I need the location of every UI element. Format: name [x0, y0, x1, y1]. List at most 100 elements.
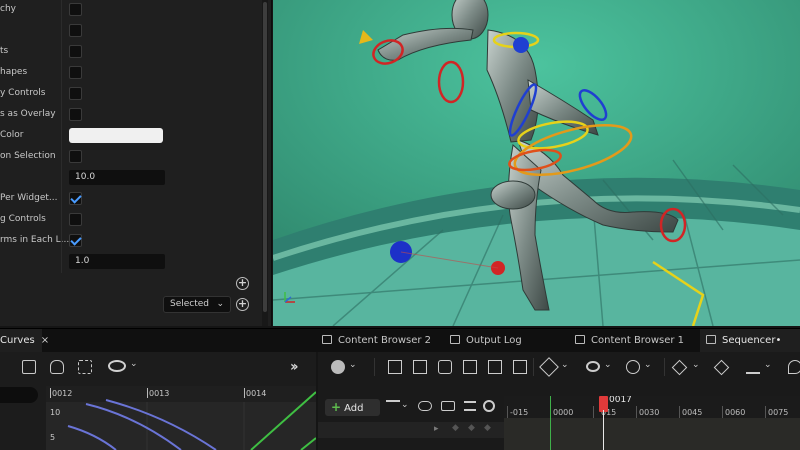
property-row: g Controls	[0, 210, 262, 231]
time-ruler[interactable]: -015 0000 015 0030 0045 0060 0075	[504, 396, 800, 418]
location-pin-icon[interactable]	[788, 360, 800, 374]
chevron-down-icon[interactable]: ⌄	[130, 359, 138, 369]
property-label: g Controls	[0, 214, 46, 224]
tab-sequencer[interactable]: Sequencer•	[700, 329, 800, 353]
chevron-down-icon[interactable]: ⌄	[644, 360, 652, 370]
property-checkbox[interactable]	[69, 66, 82, 79]
link-icon[interactable]	[441, 401, 455, 411]
details-scrollbar[interactable]	[262, 0, 268, 326]
track-row[interactable]: ▸ ◆ ◆ ◆	[318, 422, 504, 438]
gear-icon[interactable]	[483, 400, 495, 412]
eye-icon[interactable]	[586, 361, 600, 372]
property-row: rms in Each L...	[0, 231, 262, 252]
wrench-icon[interactable]	[539, 357, 559, 377]
ruler-tick	[507, 406, 508, 418]
ruler-tick	[765, 406, 766, 418]
color-swatch[interactable]	[69, 128, 163, 143]
select-tool-icon[interactable]	[22, 360, 36, 374]
sequencer-panel: ⌄ ⌄ ⌄ ⌄ ⌄ ⌄ + Add ⌄ ▸ ◆ ◆ ◆ -015 0000 01…	[318, 352, 800, 450]
start-marker	[550, 396, 551, 450]
key-tool-icon[interactable]	[50, 360, 64, 374]
ruler-label: 0000	[553, 408, 574, 417]
scrollbar-thumb[interactable]	[263, 2, 267, 312]
actions-icon[interactable]	[488, 360, 502, 374]
plus-circle-icon[interactable]: +	[236, 277, 249, 290]
hierarchy-icon[interactable]	[513, 360, 527, 374]
ruler-tick	[722, 406, 723, 418]
frame-selection-icon[interactable]	[78, 360, 92, 374]
auto-key-icon[interactable]	[713, 359, 730, 376]
number-field[interactable]: 10.0	[69, 170, 165, 185]
pencil-icon[interactable]	[746, 360, 760, 374]
world-icon[interactable]	[331, 360, 345, 374]
property-checkbox[interactable]	[69, 150, 82, 163]
tab-content-browser-1[interactable]: Content Browser 1	[575, 329, 695, 353]
filter-icon[interactable]	[386, 400, 400, 414]
key-diamond-icon[interactable]	[671, 359, 688, 376]
render-movie-icon[interactable]	[463, 360, 477, 374]
property-row: chy	[0, 0, 262, 21]
divider	[664, 358, 665, 376]
eye-icon[interactable]	[108, 360, 126, 372]
tab-sequencer-label: Sequencer•	[722, 335, 782, 346]
property-row: ts	[0, 42, 262, 63]
key-diamond-icon[interactable]: ◆	[452, 423, 459, 433]
curve-editor-panel: ⌄ ›› 0012 0013 0014 10 5	[0, 352, 316, 450]
property-checkbox[interactable]	[69, 87, 82, 100]
column-divider	[61, 168, 62, 189]
property-checkbox[interactable]	[69, 3, 82, 16]
find-in-browser-icon[interactable]	[413, 360, 427, 374]
property-row: Per Widget...	[0, 189, 262, 210]
number-field[interactable]: 1.0	[69, 254, 165, 269]
chevron-down-icon[interactable]: ⌄	[764, 360, 772, 370]
property-label: y Controls	[0, 88, 46, 98]
sync-icon[interactable]	[418, 401, 432, 411]
sequencer-timeline[interactable]: -015 0000 015 0030 0045 0060 0075 0017	[504, 396, 800, 450]
camera-icon[interactable]	[438, 360, 452, 374]
tab-content-browser-2[interactable]: Content Browser 2	[322, 329, 440, 353]
selection-dropdown-label: Selected	[170, 299, 210, 309]
column-divider	[61, 231, 62, 252]
add-track-button[interactable]: + Add	[325, 399, 380, 416]
property-checkbox[interactable]	[69, 234, 82, 247]
property-row: 10.0	[0, 168, 262, 189]
divider	[533, 358, 534, 376]
level-viewport[interactable]	[273, 0, 800, 326]
property-checkbox[interactable]	[69, 192, 82, 205]
playback-settings-icon[interactable]	[626, 360, 640, 374]
property-row: on Selection	[0, 147, 262, 168]
double-chevron-right-icon[interactable]: ››	[290, 359, 298, 375]
property-checkbox[interactable]	[69, 108, 82, 121]
chevron-down-icon[interactable]: ⌄	[604, 360, 612, 370]
content-browser-icon	[575, 335, 585, 344]
close-icon[interactable]: ×	[41, 335, 49, 346]
curve-search-field[interactable]	[0, 387, 38, 403]
save-icon[interactable]	[388, 360, 402, 374]
chevron-down-icon[interactable]: ⌄	[401, 400, 409, 410]
ruler-label: 0075	[768, 408, 789, 417]
play-arrow-icon[interactable]: ▸	[434, 424, 439, 434]
playhead-line	[603, 410, 604, 450]
property-checkbox[interactable]	[69, 24, 82, 37]
key-diamond-icon[interactable]: ◆	[468, 423, 475, 433]
selection-dropdown[interactable]: Selected ⌄	[163, 296, 231, 313]
ruler-tick	[593, 406, 594, 418]
property-checkbox[interactable]	[69, 45, 82, 58]
details-panel: chy ts hapes y Controls s as Overlay Color on …	[0, 0, 272, 326]
column-divider	[61, 210, 62, 231]
key-diamond-icon[interactable]: ◆	[484, 423, 491, 433]
column-divider	[61, 0, 62, 21]
add-track-label: Add	[344, 403, 364, 414]
chevron-down-icon[interactable]: ⌄	[561, 360, 569, 370]
plus-icon: +	[331, 400, 342, 414]
list-icon[interactable]	[464, 401, 476, 411]
property-row: Color	[0, 126, 262, 147]
column-divider	[61, 147, 62, 168]
curve-graph[interactable]: 0012 0013 0014 10 5	[46, 386, 316, 450]
tab-output-log[interactable]: Output Log	[450, 329, 540, 353]
property-checkbox[interactable]	[69, 213, 82, 226]
chevron-down-icon[interactable]: ⌄	[692, 360, 700, 370]
plus-circle-icon[interactable]: +	[236, 298, 249, 311]
tab-curves[interactable]: Curves ×	[0, 329, 49, 353]
chevron-down-icon[interactable]: ⌄	[349, 360, 357, 370]
